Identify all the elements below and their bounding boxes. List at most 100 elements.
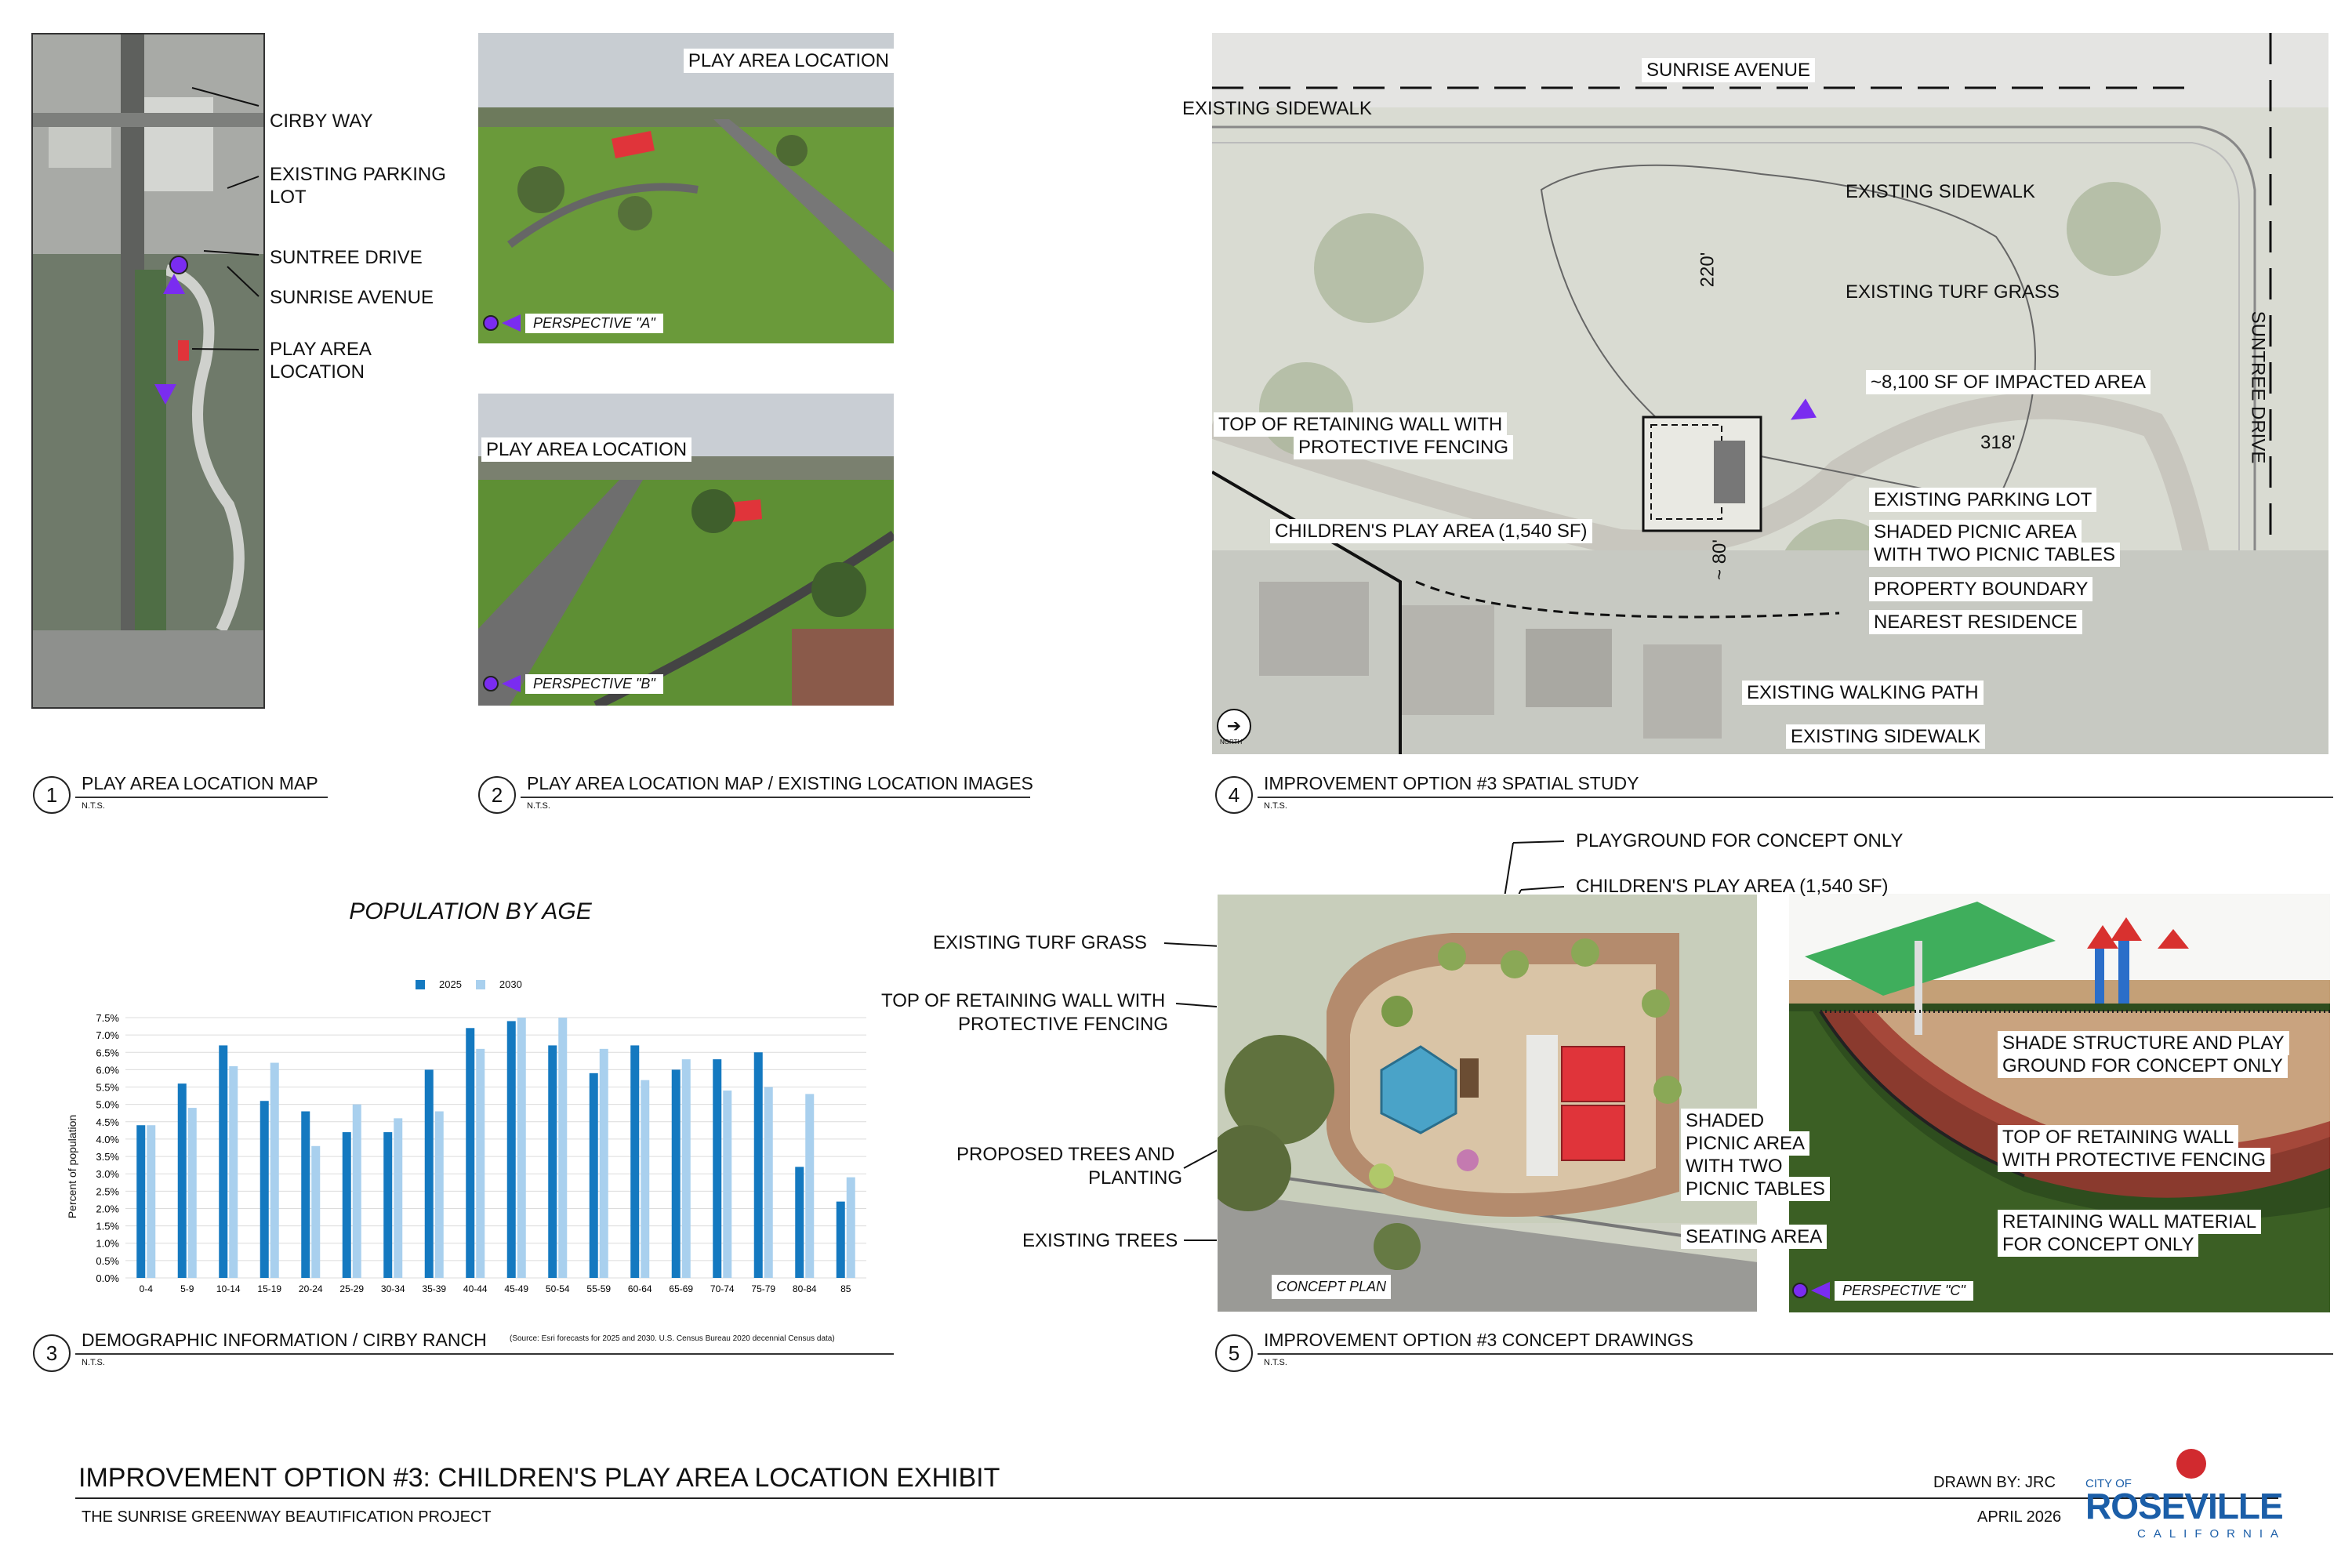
- chart-xtick-label: 70-74: [710, 1283, 735, 1294]
- chart-ytick-label: 6.0%: [96, 1064, 119, 1076]
- chart-xtick-label: 35-39: [422, 1283, 446, 1294]
- caption-underline-4: [1258, 797, 2333, 798]
- chart-bar-2030-35-39: [434, 1111, 444, 1278]
- sheet-title-rule: [75, 1497, 2278, 1499]
- spatial-label-wall-1: TOP OF RETAINING WALL WITH: [1214, 412, 1508, 437]
- spatial-label-sidewalk-top: EXISTING SIDEWALK: [1182, 98, 1372, 119]
- chart-bar-2025-15-19: [260, 1101, 269, 1278]
- sheet-subtitle: THE SUNRISE GREENWAY BEAUTIFICATION PROJ…: [82, 1508, 492, 1526]
- chart-bar-2030-80-84: [805, 1094, 815, 1278]
- caption-number-4: 4: [1215, 776, 1253, 814]
- caption-nts-3: N.T.S.: [82, 1358, 105, 1367]
- chart-bar-2030-5-9: [187, 1108, 197, 1278]
- perspective-c-render: PERSPECTIVE "C" SHADE STRUCTURE AND PLAY…: [1789, 894, 2330, 1312]
- chart-ytick-label: 5.0%: [96, 1099, 119, 1111]
- chart-ytick-label: 0.5%: [96, 1255, 119, 1267]
- logo-name: ROSEVILLE: [2085, 1486, 2284, 1526]
- chart-xtick-label: 25-29: [339, 1283, 364, 1294]
- logo-state: CALIFORNIA: [2137, 1527, 2287, 1541]
- chart-bar-2030-45-49: [517, 1018, 526, 1278]
- spatial-label-sidewalk-right: EXISTING SIDEWALK: [1846, 181, 2035, 202]
- sheet-title: IMPROVEMENT OPTION #3: CHILDREN'S PLAY A…: [78, 1463, 1000, 1493]
- spatial-label-picnic-2: WITH TWO PICNIC TABLES: [1869, 543, 2121, 567]
- chart-xtick-label: 0-4: [140, 1283, 154, 1294]
- rose-icon: [2176, 1449, 2206, 1479]
- chart-xtick-label: 50-54: [546, 1283, 570, 1294]
- chart-bar-2030-20-24: [311, 1145, 321, 1278]
- chart-bar-2025-35-39: [424, 1069, 434, 1278]
- chart-bar-2025-0-4: [136, 1125, 146, 1278]
- chart-xtick-label: 10-14: [216, 1283, 241, 1294]
- chart-bar-2025-80-84: [795, 1167, 804, 1278]
- caption-underline-3: [75, 1353, 894, 1355]
- concept-label-playground: PLAYGROUND FOR CONCEPT ONLY: [1576, 830, 1904, 851]
- chart-bar-2025-75-79: [753, 1052, 763, 1278]
- concept-label-trees-1: PROPOSED TREES AND: [956, 1144, 1175, 1165]
- caption-nts-4: N.T.S.: [1264, 801, 1287, 811]
- chart-bar-2030-65-69: [681, 1059, 691, 1278]
- concept-label-turf: EXISTING TURF GRASS: [933, 932, 1147, 953]
- chart-xtick-label: 85: [840, 1283, 851, 1294]
- caption-title-5: IMPROVEMENT OPTION #3 CONCEPT DRAWINGS: [1264, 1330, 1693, 1350]
- spatial-label-turf: EXISTING TURF GRASS: [1846, 281, 2060, 303]
- spatial-study-graphic: [1212, 33, 2328, 754]
- chart-ytick-label: 4.0%: [96, 1134, 119, 1145]
- render-label-rwall-2: WITH PROTECTIVE FENCING: [1998, 1148, 2270, 1172]
- render-label-shade-2: GROUND FOR CONCEPT ONLY: [1998, 1054, 2288, 1078]
- perspective-c-arrow-icon: [1811, 1282, 1830, 1299]
- spatial-label-parking: EXISTING PARKING LOT: [1869, 488, 2097, 512]
- concept-plan-graphic: [1217, 894, 1758, 1312]
- chart-bar-2030-15-19: [270, 1062, 279, 1278]
- chart-bar-2030-40-44: [476, 1048, 485, 1278]
- spatial-label-boundary: PROPERTY BOUNDARY: [1869, 577, 2093, 601]
- concept-plan-image: CONCEPT PLAN: [1217, 894, 1758, 1312]
- chart-ytick-label: 6.5%: [96, 1047, 119, 1058]
- caption-source-3: (Source: Esri forecasts for 2025 and 203…: [510, 1334, 835, 1343]
- chart-xtick-label: 60-64: [628, 1283, 652, 1294]
- chart-xtick-label: 65-69: [669, 1283, 693, 1294]
- chart-xtick-label: 80-84: [793, 1283, 817, 1294]
- render-label-rwall-1: TOP OF RETAINING WALL: [1998, 1125, 2239, 1149]
- chart-bar-2025-50-54: [548, 1045, 557, 1278]
- caption-nts-5: N.T.S.: [1264, 1358, 1287, 1367]
- chart-bar-2025-45-49: [506, 1021, 516, 1278]
- chart-bar-2030-10-14: [229, 1065, 238, 1278]
- chart-ytick-label: 2.5%: [96, 1185, 119, 1197]
- chart-bar-2030-70-74: [723, 1090, 732, 1278]
- chart-bar-2025-25-29: [342, 1132, 351, 1278]
- chart-bar-2025-55-59: [589, 1073, 598, 1278]
- spatial-label-suntree: SUNTREE DRIVE: [2247, 310, 2269, 464]
- concept-label-picnic-2: PICNIC AREA: [1681, 1131, 1810, 1156]
- chart-bar-2025-85: [836, 1201, 845, 1278]
- chart-ytick-label: 0.0%: [96, 1272, 119, 1284]
- chart-bar-2025-30-34: [383, 1132, 393, 1278]
- chart-bar-2025-10-14: [219, 1045, 228, 1278]
- render-label-shade-1: SHADE STRUCTURE AND PLAY: [1998, 1031, 2289, 1055]
- chart-bar-2030-60-64: [641, 1080, 650, 1278]
- spatial-label-sunrise-ave: SUNRISE AVENUE: [1642, 58, 1815, 82]
- chart-xtick-label: 40-44: [463, 1283, 488, 1294]
- chart-bar-2025-65-69: [671, 1069, 681, 1278]
- concept-label-existing-trees: EXISTING TREES: [1022, 1230, 1178, 1251]
- concept-label-play-area: CHILDREN'S PLAY AREA (1,540 SF): [1576, 876, 1889, 897]
- spatial-dim-318: 318': [1980, 432, 2016, 453]
- concept-label-picnic-1: SHADED: [1681, 1109, 1769, 1133]
- spatial-label-walking-path: EXISTING WALKING PATH: [1742, 681, 1984, 705]
- spatial-label-play-area: CHILDREN'S PLAY AREA (1,540 SF): [1270, 519, 1592, 543]
- roseville-logo: CITY OF ROSEVILLE CALIFORNIA: [2085, 1449, 2291, 1543]
- spatial-label-impacted: ~8,100 SF OF IMPACTED AREA: [1866, 370, 2151, 394]
- spatial-study-map: ➔ NORTH: [1212, 33, 2328, 754]
- spatial-dim-220: 220': [1697, 252, 1719, 288]
- chart-bar-2030-55-59: [599, 1048, 608, 1278]
- caption-number-5: 5: [1215, 1334, 1253, 1372]
- chart-xtick-label: 55-59: [586, 1283, 611, 1294]
- chart-bar-2025-40-44: [466, 1028, 475, 1278]
- chart-xtick-label: 45-49: [504, 1283, 528, 1294]
- chart-bar-2030-30-34: [394, 1118, 403, 1278]
- concept-label-wall-1: TOP OF RETAINING WALL WITH: [881, 990, 1166, 1011]
- chart-ytick-label: 1.0%: [96, 1238, 119, 1250]
- chart-ytick-label: 3.0%: [96, 1168, 119, 1180]
- perspective-c-tag: PERSPECTIVE "C": [1792, 1278, 1973, 1303]
- render-label-mat-1: RETAINING WALL MATERIAL: [1998, 1210, 2262, 1234]
- chart-bar-2025-60-64: [630, 1045, 640, 1278]
